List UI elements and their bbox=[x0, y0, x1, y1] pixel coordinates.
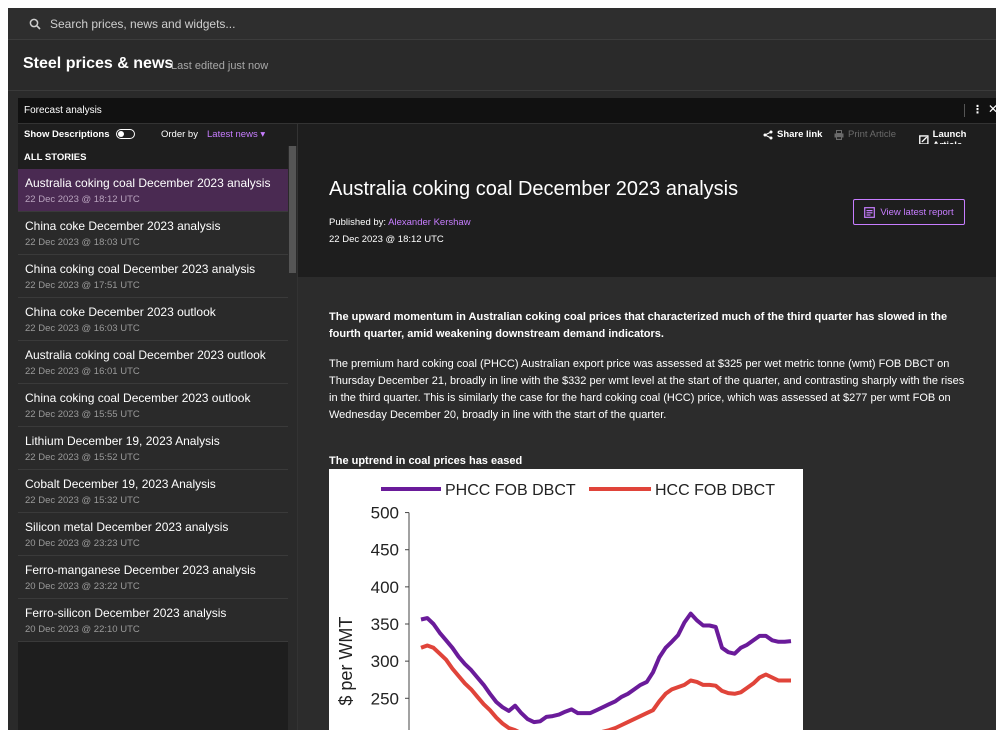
list-item[interactable]: Lithium December 19, 2023 Analysis 22 De… bbox=[18, 427, 288, 470]
story-title: China coking coal December 2023 analysis bbox=[25, 262, 256, 276]
y-tick-label: 300 bbox=[371, 652, 399, 671]
article-header: Australia coking coal December 2023 anal… bbox=[298, 144, 996, 277]
chart-caption: The uptrend in coal prices has eased bbox=[329, 455, 523, 467]
widget-title: Forecast analysis bbox=[24, 105, 102, 116]
print-article-button[interactable]: Print Article bbox=[834, 129, 896, 140]
report-icon bbox=[864, 206, 876, 218]
list-item[interactable]: Ferro-manganese December 2023 analysis 2… bbox=[18, 556, 288, 599]
story-title: Ferro-silicon December 2023 analysis bbox=[25, 606, 227, 620]
published-date: 22 Dec 2023 @ 18:12 UTC bbox=[329, 234, 444, 245]
author-link[interactable]: Alexander Kershaw bbox=[388, 217, 470, 228]
legend-label: HCC FOB DBCT bbox=[655, 482, 775, 499]
scrollbar-thumb[interactable] bbox=[289, 146, 296, 273]
article-headline: Australia coking coal December 2023 anal… bbox=[329, 178, 739, 200]
article-paragraph: The premium hard coking coal (PHCC) Aust… bbox=[329, 358, 965, 421]
page-title: Steel prices & news bbox=[23, 55, 174, 72]
share-icon bbox=[763, 130, 773, 139]
list-item[interactable]: Silicon metal December 2023 analysis 20 … bbox=[18, 513, 288, 556]
story-date: 22 Dec 2023 @ 15:32 UTC bbox=[25, 495, 140, 506]
article-lead: The upward momentum in Australian coking… bbox=[329, 311, 948, 340]
story-title: Silicon metal December 2023 analysis bbox=[25, 520, 229, 534]
search-icon bbox=[29, 18, 41, 30]
list-item[interactable]: China coke December 2023 outlook 22 Dec … bbox=[18, 298, 288, 341]
divider bbox=[964, 104, 965, 117]
hcc-series-line bbox=[420, 643, 791, 730]
story-date: 20 Dec 2023 @ 22:10 UTC bbox=[25, 624, 140, 635]
phcc-series-line bbox=[420, 611, 792, 725]
printer-icon bbox=[834, 129, 844, 140]
list-item[interactable]: Ferro-silicon December 2023 analysis 20 … bbox=[18, 599, 288, 642]
story-date: 22 Dec 2023 @ 18:12 UTC bbox=[25, 194, 140, 205]
story-title: Australia coking coal December 2023 outl… bbox=[25, 348, 266, 362]
close-icon[interactable]: ✕ bbox=[988, 102, 996, 116]
more-options-icon[interactable]: ⋮ bbox=[972, 103, 983, 116]
show-descriptions-label: Show Descriptions bbox=[24, 129, 110, 140]
last-edited-label: Last edited just now bbox=[171, 60, 269, 72]
y-tick-label: 450 bbox=[371, 541, 399, 560]
article-pane: Share link Print Article Launch Art bbox=[298, 124, 996, 730]
list-item[interactable]: Australia coking coal December 2023 outl… bbox=[18, 341, 288, 384]
list-item[interactable]: China coke December 2023 analysis 22 Dec… bbox=[18, 212, 288, 255]
list-item[interactable]: China coking coal December 2023 outlook … bbox=[18, 384, 288, 427]
article-body: The upward momentum in Australian coking… bbox=[329, 309, 974, 424]
app-window: Search prices, news and widgets... Steel… bbox=[8, 8, 996, 730]
story-date: 22 Dec 2023 @ 15:52 UTC bbox=[25, 452, 140, 463]
share-link-label: Share link bbox=[777, 129, 823, 140]
list-item[interactable]: Cobalt December 19, 2023 Analysis 22 Dec… bbox=[18, 470, 288, 513]
order-by-label: Order by bbox=[161, 129, 198, 140]
legend-label: PHCC FOB DBCT bbox=[445, 482, 576, 499]
toggle-knob bbox=[118, 131, 124, 137]
y-tick-label: 200 bbox=[371, 726, 399, 730]
search-input[interactable]: Search prices, news and widgets... bbox=[50, 17, 235, 31]
list-item[interactable]: China coking coal December 2023 analysis… bbox=[18, 255, 288, 298]
price-chart: PHCC FOB DBCT HCC FOB DBCT 500 450 400 350 300… bbox=[329, 469, 803, 730]
share-link-button[interactable]: Share link bbox=[763, 129, 822, 140]
story-date: 20 Dec 2023 @ 23:22 UTC bbox=[25, 581, 140, 592]
article-toolbar: Share link Print Article Launch Art bbox=[298, 124, 996, 151]
published-by-label: Published by: bbox=[329, 217, 387, 228]
story-date: 22 Dec 2023 @ 15:55 UTC bbox=[25, 409, 140, 420]
list-controls: Show Descriptions Order by Latest news ▾ bbox=[18, 124, 297, 144]
story-title: Australia coking coal December 2023 anal… bbox=[25, 176, 271, 190]
order-by-dropdown[interactable]: Latest news ▾ bbox=[207, 129, 265, 140]
view-latest-report-button[interactable]: View latest report bbox=[853, 199, 965, 225]
list-scrollbar[interactable] bbox=[288, 146, 297, 730]
story-title: China coke December 2023 outlook bbox=[25, 305, 216, 319]
section-heading: ALL STORIES bbox=[24, 152, 87, 163]
print-article-label: Print Article bbox=[848, 129, 897, 140]
story-list: Australia coking coal December 2023 anal… bbox=[18, 169, 288, 642]
story-title: Lithium December 19, 2023 Analysis bbox=[25, 434, 220, 448]
y-tick-label: 350 bbox=[371, 615, 399, 634]
story-title: China coke December 2023 analysis bbox=[25, 219, 221, 233]
view-latest-report-label: View latest report bbox=[880, 206, 954, 218]
y-tick-label: 250 bbox=[371, 689, 399, 708]
story-title: China coking coal December 2023 outlook bbox=[25, 391, 251, 405]
y-tick-label: 400 bbox=[371, 578, 399, 597]
story-date: 22 Dec 2023 @ 17:51 UTC bbox=[25, 280, 140, 291]
page-header: Steel prices & news Last edited just now bbox=[8, 40, 996, 91]
show-descriptions-toggle[interactable] bbox=[116, 129, 135, 139]
published-by: Published by: Alexander Kershaw bbox=[329, 217, 471, 228]
widget-header: Forecast analysis ⋮ ✕ bbox=[18, 98, 996, 124]
story-date: 22 Dec 2023 @ 16:01 UTC bbox=[25, 366, 140, 377]
story-title: Cobalt December 19, 2023 Analysis bbox=[25, 477, 216, 491]
story-title: Ferro-manganese December 2023 analysis bbox=[25, 563, 256, 577]
story-list-pane: Show Descriptions Order by Latest news ▾… bbox=[18, 124, 298, 730]
story-date: 22 Dec 2023 @ 16:03 UTC bbox=[25, 323, 140, 334]
y-tick-label: 500 bbox=[371, 504, 399, 523]
forecast-widget: Forecast analysis ⋮ ✕ Show Descriptions … bbox=[18, 98, 996, 730]
story-date: 20 Dec 2023 @ 23:23 UTC bbox=[25, 538, 140, 549]
search-bar[interactable]: Search prices, news and widgets... bbox=[8, 8, 996, 40]
y-axis-label: $ per WMT bbox=[336, 617, 356, 706]
list-item[interactable]: Australia coking coal December 2023 anal… bbox=[18, 169, 288, 212]
story-date: 22 Dec 2023 @ 18:03 UTC bbox=[25, 237, 140, 248]
